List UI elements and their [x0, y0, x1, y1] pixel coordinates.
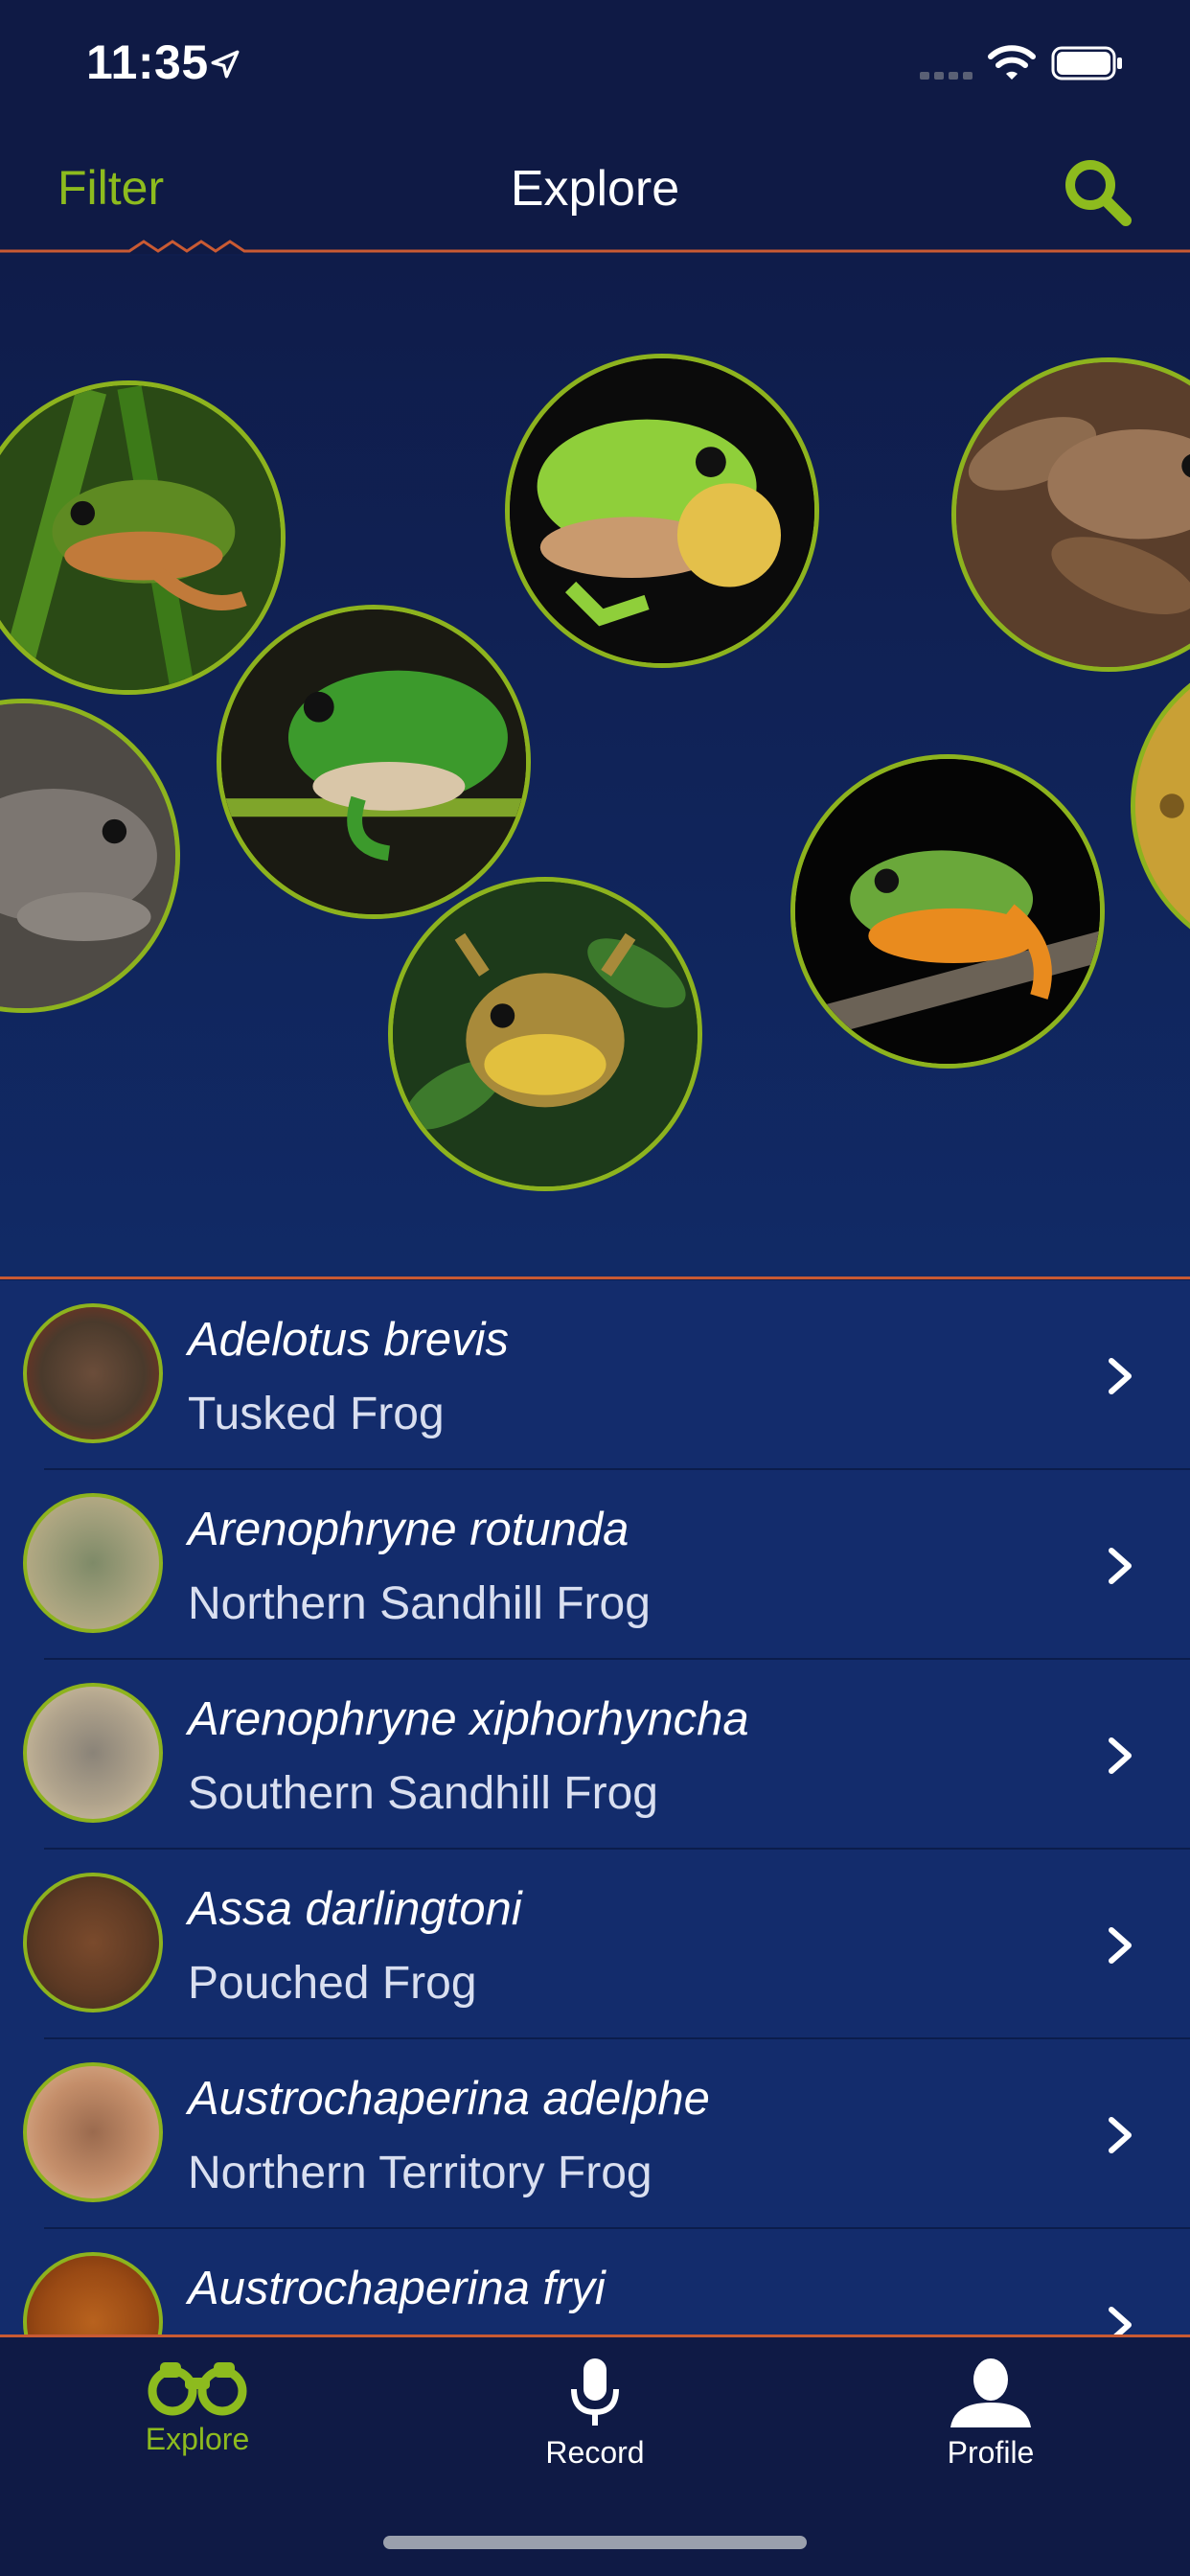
frog-photo-image	[221, 610, 526, 914]
scientific-name: Adelotus brevis	[188, 1314, 510, 1366]
list-item[interactable]: Austrochaperina adelphe Northern Territo…	[0, 2039, 1190, 2229]
scientific-name: Austrochaperina fryi	[188, 2263, 606, 2314]
frog-photo-image	[956, 362, 1190, 667]
tab-profile[interactable]: Profile	[866, 2347, 1115, 2500]
species-thumbnail	[23, 1493, 163, 1633]
frog-bubble[interactable]	[217, 605, 531, 919]
frog-bubble[interactable]	[951, 357, 1190, 672]
status-time: 11:35	[86, 35, 209, 89]
frog-photo-image	[0, 703, 175, 1008]
common-name: Pouched Frog	[188, 1958, 477, 2009]
home-indicator[interactable]	[383, 2536, 807, 2549]
common-name: Southern Sandhill Frog	[188, 1768, 658, 1819]
filter-button[interactable]: Filter	[57, 160, 164, 216]
frog-photo-image	[0, 385, 281, 690]
frog-bubble[interactable]	[0, 380, 286, 695]
person-icon	[950, 2358, 1031, 2427]
species-list[interactable]: Adelotus brevis Tusked Frog Arenophryne …	[0, 1280, 1190, 2334]
species-thumbnail	[23, 2252, 163, 2334]
list-item[interactable]: Assa darlingtoni Pouched Frog	[0, 1850, 1190, 2039]
tab-label: Explore	[145, 2422, 250, 2456]
frog-photo-image	[510, 358, 814, 663]
scientific-name: Assa darlingtoni	[188, 1883, 522, 1935]
frog-bubble[interactable]	[505, 354, 819, 668]
tab-label: Profile	[947, 2435, 1035, 2470]
cellular-signal-icon	[920, 72, 973, 80]
explore-screen: 11:35 Filter Explore Adelotus brevis Tus…	[0, 0, 1190, 2576]
list-item[interactable]: Arenophryne xiphorhyncha Southern Sandhi…	[0, 1660, 1190, 1850]
tab-explore[interactable]: Explore	[73, 2347, 322, 2500]
wifi-icon	[988, 45, 1036, 80]
chevron-right-icon	[1109, 2307, 1132, 2334]
chevron-right-icon	[1109, 1358, 1132, 1394]
frog-bubble[interactable]	[1131, 649, 1190, 963]
chevron-right-icon	[1109, 1927, 1132, 1964]
frog-bubble-carousel[interactable]	[0, 256, 1190, 1276]
list-item[interactable]: Arenophryne rotunda Northern Sandhill Fr…	[0, 1470, 1190, 1660]
frog-photo-image	[795, 759, 1100, 1064]
tab-record[interactable]: Record	[470, 2347, 720, 2500]
microphone-icon	[571, 2358, 619, 2426]
scientific-name: Arenophryne rotunda	[188, 1504, 629, 1555]
tab-label: Record	[545, 2435, 645, 2470]
species-thumbnail	[23, 1873, 163, 2012]
list-item[interactable]: Austrochaperina fryi	[0, 2229, 1190, 2334]
scientific-name: Austrochaperina adelphe	[188, 2073, 710, 2125]
common-name: Tusked Frog	[188, 1389, 445, 1439]
common-name: Northern Sandhill Frog	[188, 1578, 651, 1629]
chevron-right-icon	[1109, 1548, 1132, 1584]
list-top-separator	[0, 1276, 1190, 1279]
location-arrow-icon	[211, 50, 240, 79]
search-icon[interactable]	[1059, 153, 1135, 230]
status-bar: 11:35	[0, 0, 1190, 129]
frog-bubble[interactable]	[388, 877, 702, 1191]
page-title: Explore	[510, 161, 680, 217]
chevron-right-icon	[1109, 1737, 1132, 1774]
binoculars-icon	[148, 2362, 247, 2416]
species-thumbnail	[23, 2062, 163, 2202]
frog-photo-image	[393, 882, 698, 1186]
frog-photo-image	[1135, 654, 1190, 958]
species-thumbnail	[23, 1303, 163, 1443]
frog-bubble[interactable]	[0, 699, 180, 1013]
common-name: Northern Territory Frog	[188, 2148, 652, 2198]
list-item[interactable]: Adelotus brevis Tusked Frog	[0, 1280, 1190, 1470]
navigation-bar: Filter Explore	[0, 129, 1190, 254]
chevron-right-icon	[1109, 2117, 1132, 2153]
scientific-name: Arenophryne xiphorhyncha	[188, 1693, 749, 1745]
species-thumbnail	[23, 1683, 163, 1823]
frog-bubble[interactable]	[790, 754, 1105, 1069]
battery-icon	[1051, 46, 1122, 80]
